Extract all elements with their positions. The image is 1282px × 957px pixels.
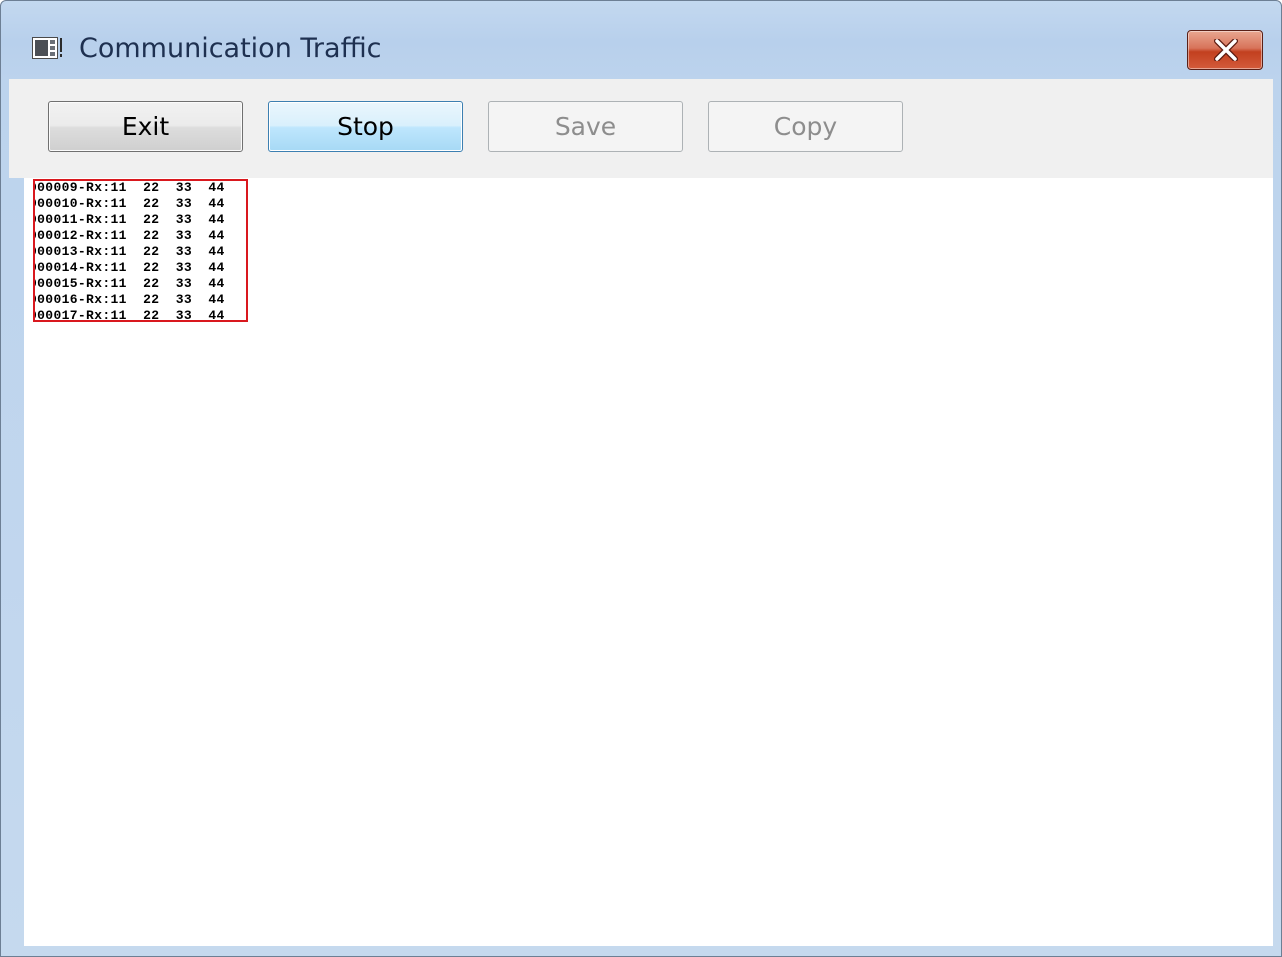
- log-line: 000014-Rx:11 22 33 44: [33, 260, 225, 275]
- log-line: 000011-Rx:11 22 33 44: [33, 212, 225, 227]
- title-bar[interactable]: Communication Traffic: [1, 1, 1281, 79]
- exit-button[interactable]: Exit: [48, 101, 243, 152]
- traffic-log-area[interactable]: 000009-Rx:11 22 33 44 000010-Rx:11 22 33…: [24, 178, 1273, 946]
- button-toolbar: Exit Stop Save Copy: [9, 79, 1273, 178]
- log-line: 000017-Rx:11 22 33 44: [33, 308, 225, 322]
- save-button[interactable]: Save: [488, 101, 683, 152]
- log-line: 000010-Rx:11 22 33 44: [33, 196, 225, 211]
- window-app-icon: [32, 37, 64, 59]
- log-line: 000009-Rx:11 22 33 44: [33, 180, 225, 195]
- window-title: Communication Traffic: [79, 33, 382, 64]
- log-line: 000013-Rx:11 22 33 44: [33, 244, 225, 259]
- copy-button[interactable]: Copy: [708, 101, 903, 152]
- stop-button[interactable]: Stop: [268, 101, 463, 152]
- communication-traffic-window: Communication Traffic Exit Stop Save Cop…: [0, 0, 1282, 957]
- log-line: 000012-Rx:11 22 33 44: [33, 228, 225, 243]
- highlighted-log-region: 000009-Rx:11 22 33 44 000010-Rx:11 22 33…: [33, 179, 248, 322]
- close-button[interactable]: [1187, 30, 1263, 70]
- log-line: 000015-Rx:11 22 33 44: [33, 276, 225, 291]
- log-line: 000016-Rx:11 22 33 44: [33, 292, 225, 307]
